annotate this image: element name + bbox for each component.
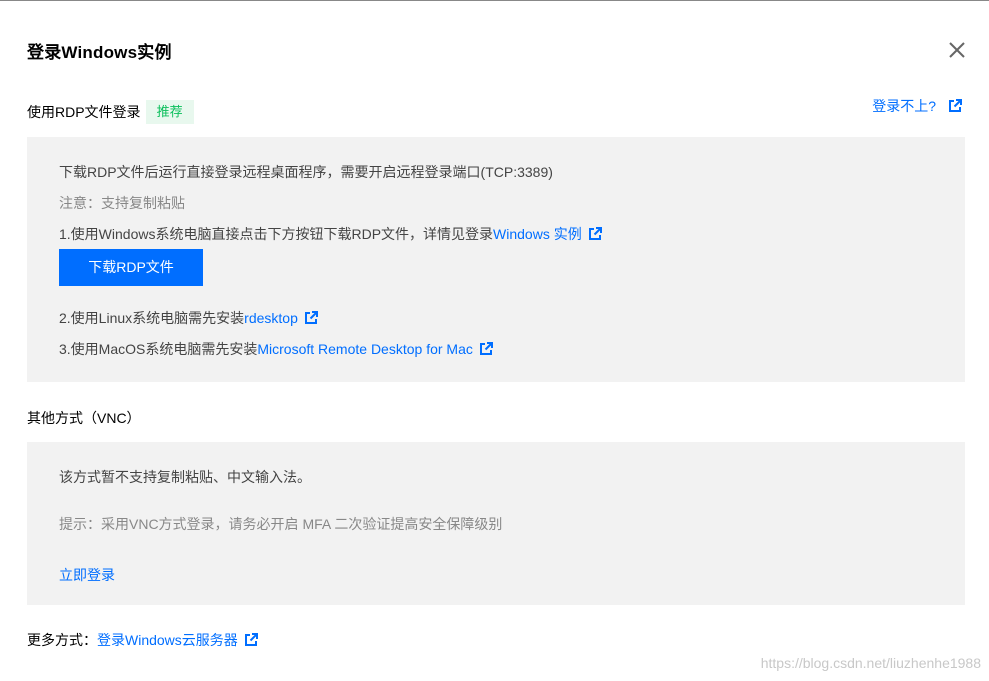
rdp-step2-text: 2.使用Linux系统电脑需先安装 xyxy=(59,310,245,326)
vnc-mfa-tip: 提示：采用VNC方式登录，请务必开启 MFA 二次验证提高安全保障级别 xyxy=(59,516,503,532)
rdp-step1-text: 1.使用Windows系统电脑直接点击下方按钮下载RDP文件，详情见登录 xyxy=(59,226,494,242)
download-rdp-button[interactable]: 下载RDP文件 xyxy=(59,249,203,286)
rdesktop-link[interactable]: rdesktop xyxy=(244,310,298,326)
more-options: 更多方式： 登录Windows云服务器 xyxy=(27,630,258,650)
login-windows-dialog: 登录Windows实例 使用RDP文件登录 推荐 登录不上? 下载RDP文件后运… xyxy=(0,0,989,681)
close-button[interactable] xyxy=(946,39,968,61)
microsoft-remote-desktop-link[interactable]: Microsoft Remote Desktop for Mac xyxy=(257,341,473,357)
vnc-info-text: 该方式暂不支持复制粘贴、中文输入法。 xyxy=(59,469,311,485)
external-link-icon xyxy=(588,227,602,241)
more-options-label: 更多方式： xyxy=(27,632,97,648)
rdp-heading-text: 使用RDP文件登录 xyxy=(27,104,141,120)
recommended-badge: 推荐 xyxy=(145,100,194,124)
login-help-text: 登录不上? xyxy=(872,98,936,114)
external-link-icon xyxy=(304,311,318,325)
login-help-link[interactable]: 登录不上? xyxy=(872,96,962,116)
rdp-section-heading: 使用RDP文件登录 推荐 xyxy=(27,100,194,124)
rdp-intro-text: 下载RDP文件后运行直接登录远程桌面程序，需要开启远程登录端口(TCP:3389… xyxy=(59,164,553,180)
vnc-panel: 该方式暂不支持复制粘贴、中文输入法。 提示：采用VNC方式登录，请务必开启 MF… xyxy=(27,442,965,605)
rdp-step1: 1.使用Windows系统电脑直接点击下方按钮下载RDP文件，详情见登录 Win… xyxy=(59,224,602,244)
close-icon xyxy=(949,42,965,58)
vnc-section-heading: 其他方式（VNC） xyxy=(27,410,141,426)
vnc-login-now-link[interactable]: 立即登录 xyxy=(59,565,115,585)
login-windows-cvm-link[interactable]: 登录Windows云服务器 xyxy=(97,630,238,650)
rdp-note-text: 注意：支持复制粘贴 xyxy=(59,195,185,211)
rdp-step3-text: 3.使用MacOS系统电脑需先安装 xyxy=(59,341,258,357)
external-link-icon xyxy=(244,633,258,647)
rdp-step3: 3.使用MacOS系统电脑需先安装 Microsoft Remote Deskt… xyxy=(59,339,493,359)
external-link-icon xyxy=(479,342,493,356)
dialog-title: 登录Windows实例 xyxy=(27,43,172,62)
external-link-icon xyxy=(948,99,962,113)
windows-instance-link[interactable]: Windows 实例 xyxy=(493,224,582,244)
watermark: https://blog.csdn.net/liuzhenhe1988 xyxy=(760,655,981,671)
rdp-step2: 2.使用Linux系统电脑需先安装 rdesktop xyxy=(59,308,318,328)
rdp-panel: 下载RDP文件后运行直接登录远程桌面程序，需要开启远程登录端口(TCP:3389… xyxy=(27,137,965,382)
